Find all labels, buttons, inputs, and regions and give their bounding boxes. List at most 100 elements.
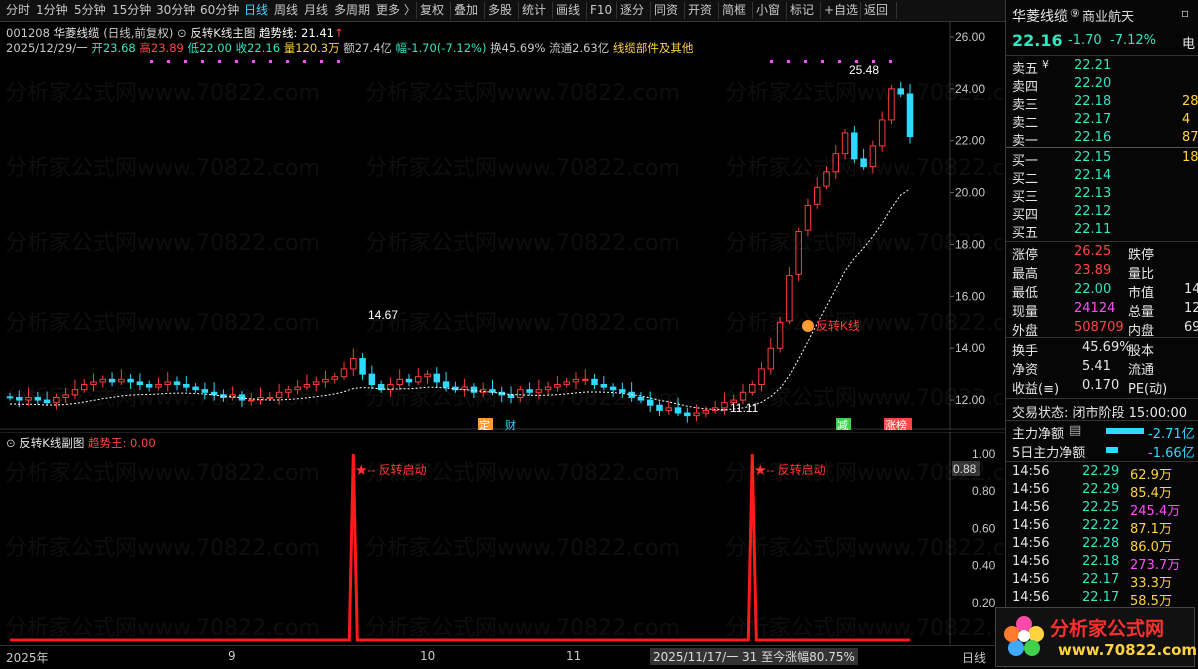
- toolbar-item[interactable]: 多周期: [334, 2, 370, 19]
- candle[interactable]: [350, 358, 357, 370]
- toolbar-item[interactable]: 返回: [864, 2, 888, 19]
- candle[interactable]: [656, 404, 663, 411]
- sub-chart[interactable]: 1.00 0.80 0.60 0.40 0.20 0.88 ★-- 反转启动 ★-- 反转启动: [0, 432, 1005, 644]
- candle[interactable]: [433, 373, 441, 383]
- candle[interactable]: [554, 384, 561, 388]
- toolbar-item[interactable]: 1分钟: [36, 2, 68, 19]
- candle[interactable]: [368, 373, 376, 386]
- candle[interactable]: [813, 186, 821, 205]
- bid-price[interactable]: 22.12: [1074, 204, 1111, 219]
- toolbar-item[interactable]: 标记: [790, 2, 814, 19]
- panel-close-icon[interactable]: ▫: [1181, 6, 1189, 20]
- list-icon[interactable]: ▤: [1069, 423, 1081, 438]
- candle[interactable]: [544, 386, 552, 391]
- concept-tag[interactable]: 商业航天: [1082, 6, 1134, 25]
- indicator-name[interactable]: 反转K线主图: [190, 26, 255, 40]
- toolbar-item[interactable]: +自选: [824, 2, 858, 19]
- toolbar-item[interactable]: 同资: [654, 2, 678, 19]
- candle[interactable]: [322, 378, 329, 383]
- candle[interactable]: [201, 389, 209, 393]
- toolbar-item[interactable]: 叠加: [454, 2, 478, 19]
- candle[interactable]: [767, 347, 775, 370]
- candle[interactable]: [127, 378, 134, 383]
- candle[interactable]: [665, 407, 673, 411]
- toolbar-item[interactable]: 日线: [244, 2, 268, 19]
- ask-price[interactable]: 22.20: [1074, 76, 1111, 91]
- toolbar-item[interactable]: 开资: [688, 2, 712, 19]
- candle[interactable]: [164, 381, 171, 386]
- candle[interactable]: [674, 407, 682, 414]
- candle[interactable]: [795, 230, 802, 275]
- candle[interactable]: [572, 378, 580, 383]
- candle[interactable]: [860, 158, 867, 168]
- candle[interactable]: [507, 394, 515, 398]
- candle[interactable]: [582, 378, 589, 381]
- event-badge-label[interactable]: 减: [837, 419, 848, 430]
- candle[interactable]: [6, 396, 14, 399]
- sub-toggle-icon[interactable]: ⊙: [6, 436, 16, 450]
- candle[interactable]: [749, 384, 756, 393]
- candle[interactable]: [897, 88, 904, 95]
- candle[interactable]: [646, 399, 654, 406]
- candle[interactable]: [888, 88, 895, 121]
- toolbar-item[interactable]: F10: [590, 2, 612, 19]
- candle[interactable]: [424, 373, 431, 378]
- candle[interactable]: [247, 399, 255, 402]
- toolbar-item[interactable]: 统计: [522, 2, 546, 19]
- toolbar-item[interactable]: 5分钟: [74, 2, 106, 19]
- candle[interactable]: [285, 389, 292, 393]
- candle[interactable]: [331, 376, 338, 380]
- bid-price[interactable]: 22.13: [1074, 186, 1111, 201]
- toolbar-item[interactable]: 复权: [420, 2, 444, 19]
- candle[interactable]: [906, 93, 914, 138]
- candle[interactable]: [192, 386, 199, 391]
- candle[interactable]: [832, 153, 840, 173]
- candle[interactable]: [878, 119, 886, 147]
- toolbar-item[interactable]: 多股: [488, 2, 512, 19]
- event-badge-label[interactable]: 财: [505, 418, 516, 430]
- toolbar-item[interactable]: 60分钟: [200, 2, 239, 19]
- candle[interactable]: [340, 368, 348, 378]
- candle[interactable]: [535, 389, 543, 393]
- toolbar-item[interactable]: 周线: [274, 2, 298, 19]
- candle[interactable]: [145, 384, 153, 388]
- toolbar-item[interactable]: 15分钟: [112, 2, 151, 19]
- candle[interactable]: [804, 205, 812, 231]
- candle[interactable]: [414, 376, 422, 383]
- sector-link[interactable]: 线缆部件及其他: [613, 41, 694, 55]
- candle[interactable]: [591, 378, 598, 386]
- candle[interactable]: [869, 145, 877, 168]
- sub-title[interactable]: 反转K线副图: [19, 436, 84, 450]
- candle[interactable]: [99, 378, 107, 383]
- indicator-toggle-icon[interactable]: ⊙: [177, 26, 187, 40]
- candle[interactable]: [62, 394, 69, 398]
- candle[interactable]: [442, 381, 450, 388]
- candle[interactable]: [118, 378, 125, 383]
- toolbar-item[interactable]: 小窗: [756, 2, 780, 19]
- candle[interactable]: [526, 389, 533, 393]
- bid-price[interactable]: 22.14: [1074, 168, 1111, 183]
- candle[interactable]: [80, 384, 88, 391]
- candle[interactable]: [294, 386, 301, 391]
- candle[interactable]: [739, 391, 747, 401]
- candle[interactable]: [359, 358, 366, 375]
- candle[interactable]: [210, 391, 218, 396]
- candle[interactable]: [275, 391, 283, 398]
- bid-price[interactable]: 22.15: [1074, 150, 1111, 165]
- candle[interactable]: [173, 381, 181, 386]
- candle[interactable]: [786, 275, 793, 322]
- candle[interactable]: [312, 381, 320, 386]
- candle[interactable]: [684, 412, 691, 417]
- candle[interactable]: [183, 384, 190, 388]
- candle[interactable]: [702, 409, 710, 414]
- candle[interactable]: [776, 321, 784, 349]
- candle[interactable]: [841, 132, 849, 155]
- candle[interactable]: [619, 389, 626, 393]
- candle[interactable]: [823, 171, 830, 187]
- period-label[interactable]: 日线: [962, 649, 986, 666]
- candle[interactable]: [396, 378, 403, 386]
- ask-price[interactable]: 22.17: [1074, 112, 1111, 127]
- candle[interactable]: [25, 396, 32, 401]
- ask-price[interactable]: 22.21: [1074, 58, 1111, 73]
- toolbar-item[interactable]: 简框: [722, 2, 746, 19]
